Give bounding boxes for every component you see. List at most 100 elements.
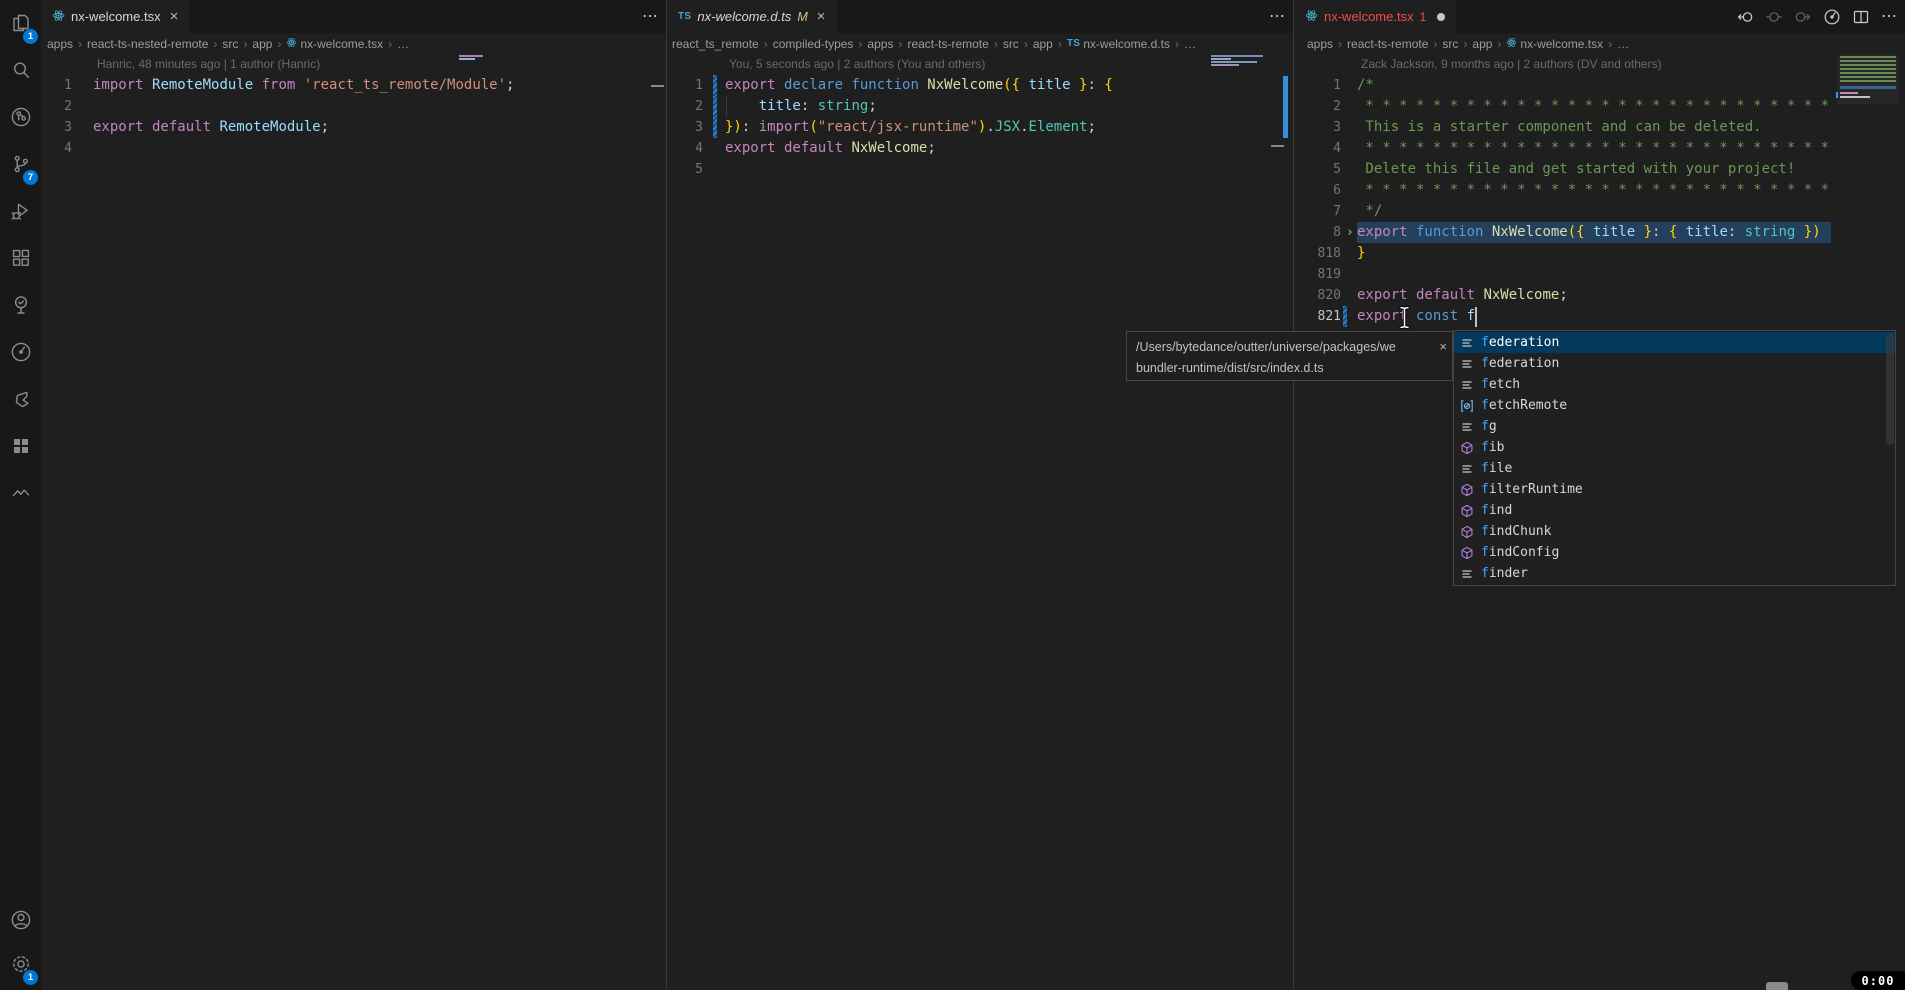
breadcrumb-item[interactable]: react-ts-remote [907, 37, 988, 51]
code-line-3[interactable]: 3 This is a starter component and can be… [1294, 117, 1905, 138]
previous-change-icon[interactable] [1736, 8, 1754, 26]
activity-search[interactable] [0, 52, 41, 92]
tab-nx-welcome.tsx[interactable]: nx-welcome.tsx× [41, 0, 189, 33]
breadcrumb-item[interactable]: src [1442, 37, 1458, 51]
breadcrumb-item[interactable]: compiled-types [773, 37, 854, 51]
minimap[interactable] [1211, 64, 1239, 66]
code-line-821[interactable]: 821export const f [1294, 306, 1905, 327]
minimap[interactable] [459, 55, 483, 57]
breadcrumb-item[interactable]: react_ts_remote [672, 37, 759, 51]
editor-group-divider[interactable] [1293, 0, 1294, 990]
suggestion-finder[interactable]: finder [1454, 563, 1895, 584]
suggestion-file[interactable]: file [1454, 458, 1895, 479]
symbol-method-icon [1459, 504, 1474, 518]
code-line-1[interactable]: 1export declare function NxWelcome({ tit… [667, 75, 1293, 96]
more-actions-icon[interactable]: ⋯ [1269, 9, 1285, 25]
code-line-2[interactable]: 2 [41, 96, 666, 117]
breadcrumb-item[interactable]: app [1033, 37, 1053, 51]
code-editor[interactable]: Hanric, 48 minutes ago | 1 author (Hanri… [41, 54, 666, 159]
breadcrumb-item[interactable]: app [1472, 37, 1492, 51]
suggestion-label: find [1481, 503, 1512, 518]
breadcrumb-item[interactable]: TSnx-welcome.d.ts [1067, 37, 1170, 51]
suggestion-fg[interactable]: fg [1454, 416, 1895, 437]
breadcrumb-item[interactable]: … [1184, 37, 1196, 51]
code-line-819[interactable]: 819 [1294, 264, 1905, 285]
more-actions-icon[interactable]: ⋯ [642, 9, 658, 25]
code-line-1[interactable]: 1/* [1294, 75, 1905, 96]
code-line-8[interactable]: 8›export function NxWelcome({ title }: {… [1294, 222, 1905, 243]
breadcrumb-item[interactable]: react-ts-remote [1347, 37, 1428, 51]
change-indicator-icon[interactable] [1765, 8, 1783, 26]
code-line-2[interactable]: 2 title: string; [667, 96, 1293, 117]
tab-nx-welcome.d.ts[interactable]: TSnx-welcome.d.tsM× [667, 0, 837, 33]
code-line-2[interactable]: 2 * * * * * * * * * * * * * * * * * * * … [1294, 96, 1905, 117]
unsaved-dot-icon[interactable] [1437, 13, 1445, 21]
breadcrumb-item[interactable]: … [1617, 37, 1629, 51]
minimap-slider[interactable] [1838, 54, 1898, 104]
activity-wave-tool[interactable] [0, 475, 41, 515]
suggestion-findConfig[interactable]: findConfig [1454, 542, 1895, 563]
code-editor[interactable]: You, 5 seconds ago | 2 authors (You and … [667, 54, 1293, 180]
split-editor-icon[interactable] [1852, 8, 1870, 26]
activity-extensions[interactable] [0, 240, 41, 280]
breadcrumb-item[interactable]: react-ts-nested-remote [87, 37, 208, 51]
activity-shape-tool[interactable] [0, 381, 41, 421]
code-line-5[interactable]: 5 Delete this file and get started with … [1294, 159, 1905, 180]
activity-tree-tool[interactable] [0, 287, 41, 327]
breadcrumb-item[interactable]: nx-welcome.tsx [1506, 37, 1603, 51]
more-actions-icon[interactable]: ⋯ [1881, 9, 1897, 25]
minimap[interactable] [459, 58, 475, 60]
code-line-4[interactable]: 4export default NxWelcome; [667, 138, 1293, 159]
minimap[interactable] [1211, 61, 1257, 63]
code-line-6[interactable]: 6 * * * * * * * * * * * * * * * * * * * … [1294, 180, 1905, 201]
minimap[interactable] [1211, 58, 1231, 60]
editor-group-divider[interactable] [666, 0, 667, 990]
code-line-818[interactable]: 818} [1294, 243, 1905, 264]
activity-accounts[interactable] [0, 902, 41, 942]
activity-settings[interactable]: 1 [0, 946, 41, 986]
recorder-handle[interactable] [1766, 982, 1788, 990]
activity-source-control[interactable]: 7 [0, 146, 41, 186]
tab-close-icon[interactable]: × [817, 8, 826, 25]
suggestion-fetch[interactable]: fetch [1454, 374, 1895, 395]
suggestion-fetchRemote[interactable]: fetchRemote [1454, 395, 1895, 416]
suggestion-federation[interactable]: federation [1454, 332, 1895, 353]
breadcrumb-item[interactable]: apps [1307, 37, 1333, 51]
fold-chevron-icon[interactable]: › [1346, 222, 1354, 243]
code-line-4[interactable]: 4 [41, 138, 666, 159]
breadcrumb-item[interactable]: src [1003, 37, 1019, 51]
tab-close-icon[interactable]: × [170, 8, 179, 25]
code-line-7[interactable]: 7 */ [1294, 201, 1905, 222]
breadcrumb-item[interactable]: … [397, 37, 409, 51]
code-editor[interactable]: Zack Jackson, 9 months ago | 2 authors (… [1294, 54, 1905, 327]
next-change-icon[interactable] [1794, 8, 1812, 26]
code-line-3[interactable]: 3}): import("react/jsx-runtime").JSX.Ele… [667, 117, 1293, 138]
symbol-text-icon [1459, 378, 1474, 392]
suggestion-filterRuntime[interactable]: filterRuntime [1454, 479, 1895, 500]
breadcrumb-item[interactable]: src [222, 37, 238, 51]
minimap[interactable] [1211, 55, 1263, 57]
timeline-icon[interactable] [1823, 8, 1841, 26]
activity-gitlens[interactable] [0, 99, 41, 139]
breadcrumb-item[interactable]: app [252, 37, 272, 51]
code-line-1[interactable]: 1import RemoteModule from 'react_ts_remo… [41, 75, 666, 96]
code-line-3[interactable]: 3export default RemoteModule; [41, 117, 666, 138]
activity-run-and-debug[interactable] [0, 193, 41, 233]
breadcrumb-item[interactable]: nx-welcome.tsx [286, 37, 383, 51]
breadcrumb-item[interactable]: apps [47, 37, 73, 51]
code-line-5[interactable]: 5 [667, 159, 1293, 180]
activity-explorer[interactable]: 1 [0, 5, 41, 45]
breadcrumb-item[interactable]: apps [867, 37, 893, 51]
tab-nx-welcome.tsx[interactable]: nx-welcome.tsx1 [1294, 0, 1456, 33]
suggestion-federation[interactable]: federation [1454, 353, 1895, 374]
suggestion-find[interactable]: find [1454, 500, 1895, 521]
code-line-820[interactable]: 820export default NxWelcome; [1294, 285, 1905, 306]
suggest-scrollbar[interactable] [1886, 333, 1894, 445]
activity-grid-tool[interactable] [0, 428, 41, 468]
activity-commit-graph[interactable] [0, 334, 41, 374]
code-line-4[interactable]: 4 * * * * * * * * * * * * * * * * * * * … [1294, 138, 1905, 159]
suggestion-findChunk[interactable]: findChunk [1454, 521, 1895, 542]
recording-timer[interactable]: 0:00 [1851, 971, 1905, 990]
suggestion-fib[interactable]: fib [1454, 437, 1895, 458]
docs-close-icon[interactable]: × [1439, 336, 1447, 357]
